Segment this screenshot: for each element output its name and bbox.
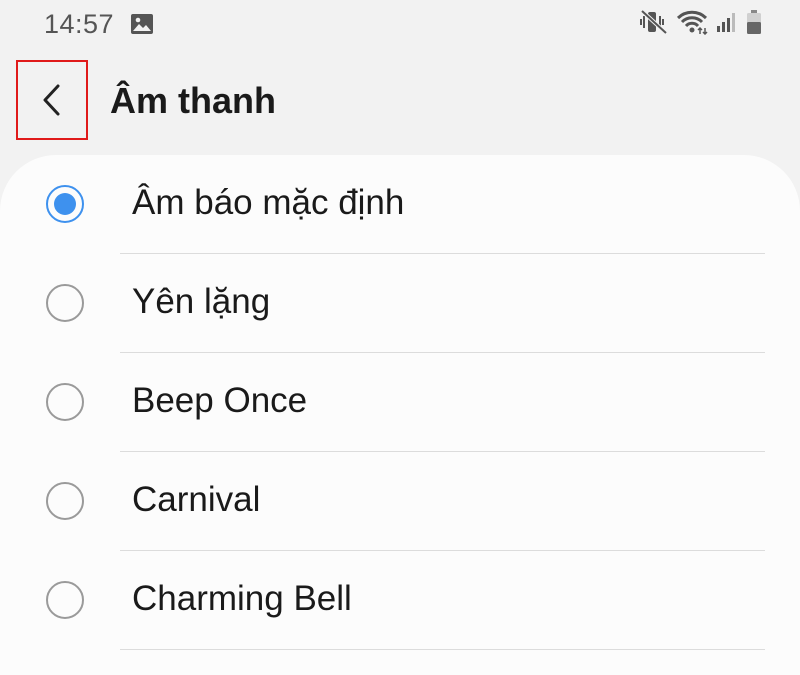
signal-icon [716,11,738,38]
app-bar: Âm thanh [0,52,800,154]
divider [120,649,765,650]
radio-button[interactable] [46,284,84,322]
status-bar: 14:57 [0,0,800,52]
list-item-label: Âm báo mặc định [132,183,405,222]
sound-list: Âm báo mặc định Yên lặng Beep Once Carni… [0,155,800,675]
radio-button[interactable] [46,482,84,520]
list-item[interactable]: Carnival [0,452,800,551]
list-item[interactable]: Beep Once [0,353,800,452]
back-button[interactable] [16,60,88,140]
mute-vibrate-icon [640,9,668,40]
list-item[interactable]: Yên lặng [0,254,800,353]
radio-button-selected[interactable] [46,185,84,223]
list-item-label: Carnival [132,480,261,519]
chevron-left-icon [43,84,60,116]
page-title: Âm thanh [110,80,276,121]
wifi-icon [676,9,708,40]
status-time: 14:57 [44,9,115,39]
list-item-label: Yên lặng [132,282,271,321]
radio-button[interactable] [46,383,84,421]
status-icons [640,9,762,40]
gallery-icon [130,13,154,35]
list-item[interactable]: Âm báo mặc định [0,155,800,254]
battery-icon [746,9,762,40]
list-item-label: Charming Bell [132,579,352,618]
list-item-label: Beep Once [132,381,308,420]
list-item[interactable]: Charming Bell [0,551,800,650]
radio-button[interactable] [46,581,84,619]
